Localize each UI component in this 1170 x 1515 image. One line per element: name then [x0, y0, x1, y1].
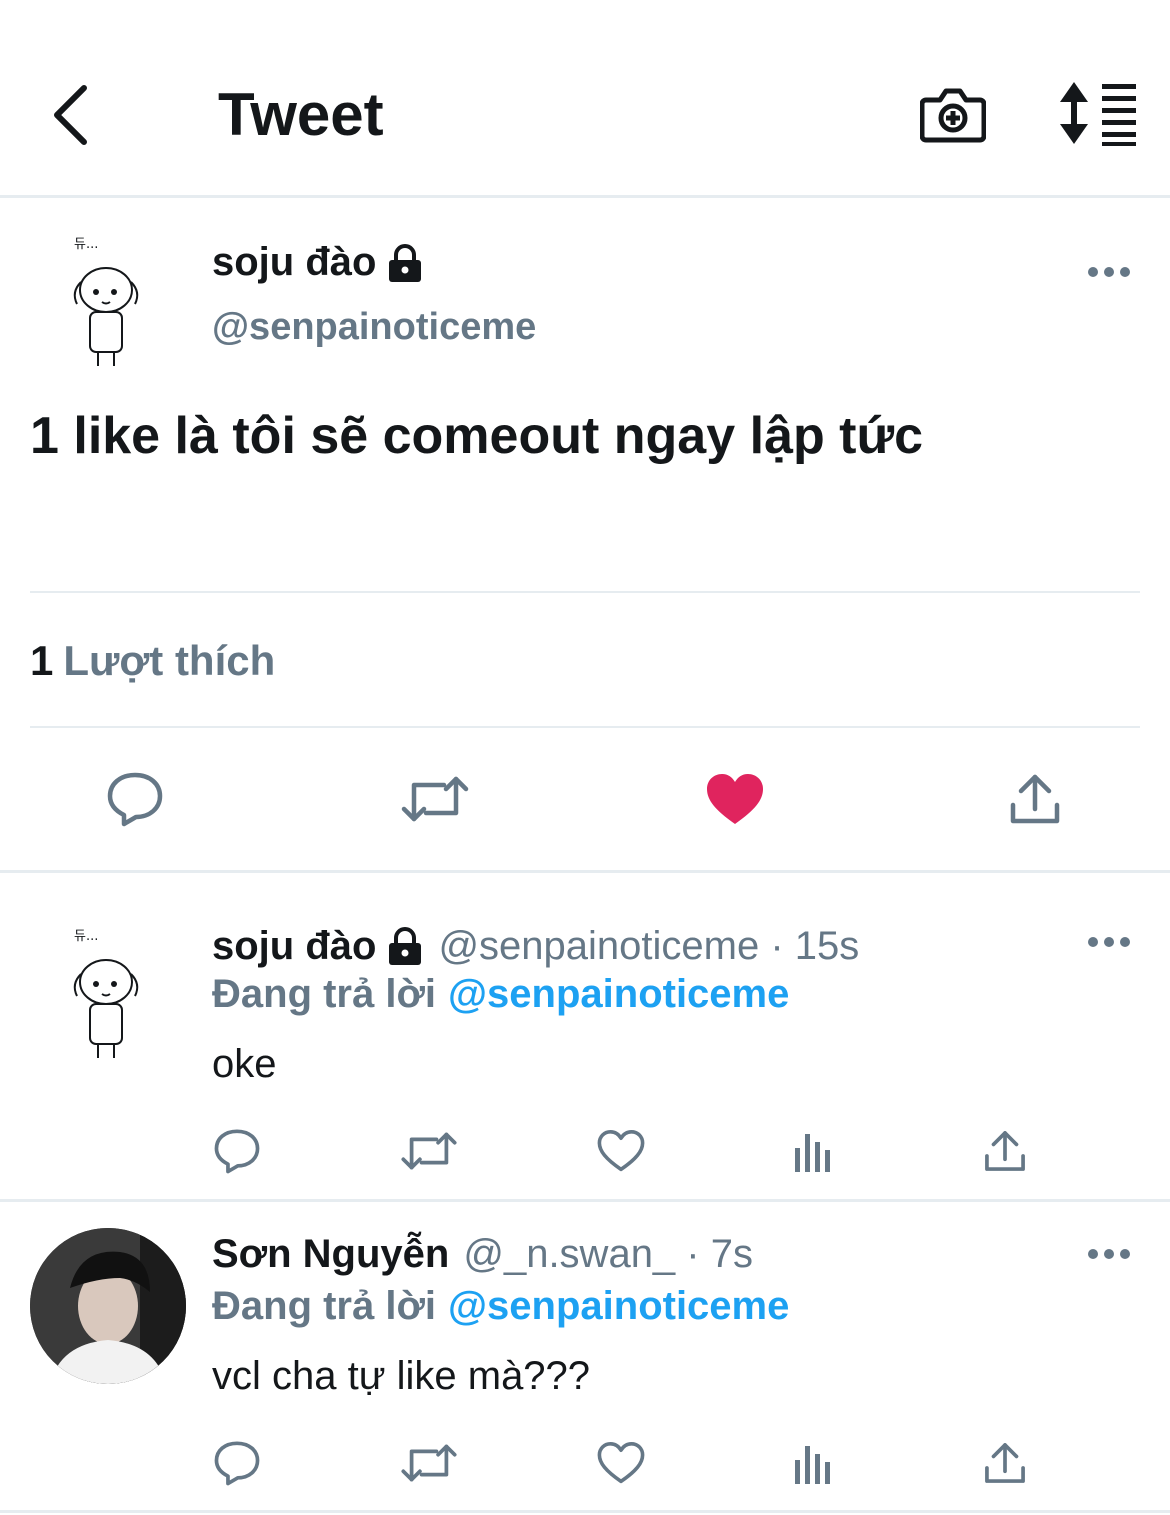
- author-handle[interactable]: @senpainoticeme: [212, 306, 536, 349]
- top-bar: Tweet: [0, 0, 1170, 198]
- replying-to: Đang trả lời @senpainoticeme: [212, 970, 789, 1018]
- retweet-button[interactable]: [398, 766, 472, 832]
- analytics-button[interactable]: [788, 1436, 838, 1490]
- replying-label: Đang trả lời: [212, 972, 437, 1016]
- share-icon: [985, 1443, 1025, 1483]
- avatar[interactable]: 듀...: [66, 924, 146, 1064]
- sort-button[interactable]: [1058, 80, 1140, 150]
- more-options-icon[interactable]: [1084, 262, 1134, 282]
- like-button[interactable]: [700, 766, 770, 832]
- retweet-icon: [401, 1444, 457, 1482]
- reply-icon: [107, 772, 163, 827]
- share-icon: [985, 1131, 1025, 1171]
- section-divider: [0, 1199, 1170, 1202]
- analytics-button[interactable]: [788, 1124, 838, 1178]
- reply-meta: @_n.swan_ · 7s: [463, 1232, 753, 1276]
- divider: [30, 591, 1140, 593]
- heart-filled-icon: [707, 774, 763, 824]
- likes-label: Lượt thích: [63, 637, 276, 684]
- more-options-icon[interactable]: [1084, 932, 1134, 952]
- avatar[interactable]: 듀...: [66, 232, 146, 372]
- likes-count: 1: [30, 637, 54, 684]
- avatar[interactable]: [30, 1228, 186, 1384]
- reply-icon: [214, 1441, 260, 1486]
- back-button[interactable]: [40, 80, 100, 150]
- reply-button[interactable]: [100, 766, 170, 832]
- chevron-left-icon: [54, 85, 87, 145]
- like-button[interactable]: [594, 1124, 648, 1178]
- section-divider: [0, 1510, 1170, 1513]
- replying-to: Đang trả lời @senpainoticeme: [212, 1282, 789, 1330]
- reply-icon: [214, 1129, 260, 1174]
- page-title: Tweet: [218, 81, 384, 148]
- camera-button[interactable]: [919, 80, 990, 150]
- lock-icon: [389, 243, 422, 282]
- author-name[interactable]: Sơn Nguyễn: [212, 1230, 449, 1278]
- reply-header: Sơn Nguyễn @_n.swan_ · 7s: [212, 1230, 753, 1278]
- lock-icon: [389, 927, 422, 965]
- reply-text: oke: [212, 1042, 277, 1086]
- svg-text:듀...: 듀...: [74, 929, 98, 944]
- reply-button[interactable]: [210, 1436, 264, 1490]
- author-name[interactable]: soju đào: [212, 240, 376, 285]
- sort-lines-icon: [1060, 82, 1136, 146]
- reply-meta: @senpainoticeme · 15s: [438, 924, 860, 968]
- share-button[interactable]: [1000, 766, 1070, 832]
- camera-plus-icon: [919, 88, 987, 143]
- divider: [30, 726, 1140, 728]
- retweet-icon: [401, 1132, 457, 1170]
- likes-count-row[interactable]: 1 Lượt thích: [30, 636, 275, 686]
- author-name[interactable]: soju đào: [212, 922, 376, 970]
- share-button[interactable]: [978, 1124, 1032, 1178]
- reply-button[interactable]: [210, 1124, 264, 1178]
- retweet-button[interactable]: [398, 1436, 460, 1490]
- heart-outline-icon: [597, 1442, 645, 1484]
- like-button[interactable]: [594, 1436, 648, 1490]
- replying-handle-link[interactable]: @senpainoticeme: [448, 1284, 789, 1328]
- more-options-icon[interactable]: [1084, 1244, 1134, 1264]
- heart-outline-icon: [597, 1130, 645, 1172]
- replying-label: Đang trả lời: [212, 1284, 437, 1328]
- analytics-icon: [795, 1134, 830, 1172]
- share-button[interactable]: [978, 1436, 1032, 1490]
- reply-text: vcl cha tự like mà???: [212, 1354, 591, 1398]
- replying-handle-link[interactable]: @senpainoticeme: [448, 972, 789, 1016]
- author-row: soju đào: [212, 240, 424, 285]
- analytics-icon: [795, 1446, 830, 1484]
- reply-header: soju đào @senpainoticeme · 15s: [212, 922, 859, 970]
- section-divider: [0, 870, 1170, 873]
- share-icon: [1010, 774, 1060, 824]
- tweet-text: 1 like là tôi sẽ comeout ngay lập tức: [30, 407, 924, 465]
- profile-photo: [30, 1228, 186, 1384]
- svg-text:듀...: 듀...: [74, 237, 98, 252]
- retweet-icon: [401, 776, 469, 822]
- retweet-button[interactable]: [398, 1124, 460, 1178]
